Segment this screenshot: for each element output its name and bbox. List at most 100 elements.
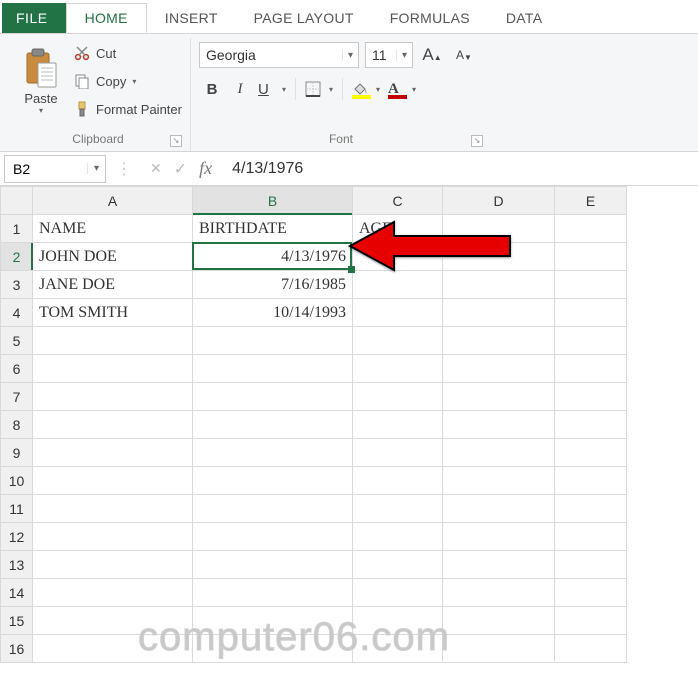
cell[interactable] — [443, 327, 555, 355]
cell[interactable] — [555, 243, 627, 271]
cell[interactable] — [555, 607, 627, 635]
cell[interactable] — [193, 607, 353, 635]
column-header[interactable]: D — [443, 187, 555, 215]
enter-formula-button[interactable]: ✓ — [174, 159, 187, 179]
cell[interactable] — [443, 271, 555, 299]
cell[interactable] — [193, 579, 353, 607]
cell[interactable] — [555, 327, 627, 355]
cell[interactable] — [353, 411, 443, 439]
column-header[interactable]: A — [33, 187, 193, 215]
tab-formulas[interactable]: FORMULAS — [372, 3, 488, 33]
cell[interactable] — [555, 383, 627, 411]
cell[interactable] — [443, 243, 555, 271]
cell[interactable] — [555, 551, 627, 579]
dialog-launcher-icon[interactable]: ↘ — [471, 135, 483, 147]
cell[interactable] — [193, 439, 353, 467]
cell[interactable] — [33, 579, 193, 607]
cell[interactable] — [33, 495, 193, 523]
tab-home[interactable]: HOME — [66, 3, 147, 33]
column-header[interactable]: B — [193, 187, 353, 215]
row-header[interactable]: 7 — [1, 383, 33, 411]
cell[interactable] — [443, 495, 555, 523]
format-painter-button[interactable]: Format Painter — [74, 98, 182, 120]
row-header[interactable]: 16 — [1, 635, 33, 663]
row-header[interactable]: 4 — [1, 299, 33, 327]
cell[interactable] — [443, 467, 555, 495]
cell[interactable]: 4/13/1976 — [193, 243, 353, 271]
name-box[interactable]: B2 ▾ — [4, 155, 106, 183]
cell[interactable] — [353, 439, 443, 467]
cell[interactable] — [33, 327, 193, 355]
cell[interactable]: JOHN DOE — [33, 243, 193, 271]
cell[interactable] — [353, 467, 443, 495]
borders-button[interactable]: ▾ — [302, 76, 336, 102]
cell[interactable] — [555, 411, 627, 439]
cell[interactable] — [33, 607, 193, 635]
bold-button[interactable]: B — [199, 76, 225, 102]
tab-page-layout[interactable]: PAGE LAYOUT — [236, 3, 372, 33]
cell[interactable] — [443, 411, 555, 439]
italic-button[interactable]: I — [227, 76, 253, 102]
cell[interactable] — [353, 383, 443, 411]
cell[interactable] — [555, 215, 627, 243]
select-all-corner[interactable] — [1, 187, 33, 215]
row-header[interactable]: 2 — [1, 243, 33, 271]
row-header[interactable]: 13 — [1, 551, 33, 579]
row-header[interactable]: 8 — [1, 411, 33, 439]
cell[interactable] — [33, 467, 193, 495]
cell[interactable] — [33, 439, 193, 467]
tab-data[interactable]: DATA — [488, 3, 560, 33]
paste-button[interactable]: Paste ▾ — [14, 42, 68, 120]
underline-button[interactable]: U ▾ — [255, 76, 289, 102]
cell[interactable] — [555, 439, 627, 467]
cell[interactable]: BIRTHDATE — [193, 215, 353, 243]
cell[interactable] — [193, 523, 353, 551]
cell[interactable] — [555, 523, 627, 551]
cell[interactable] — [555, 495, 627, 523]
cell[interactable] — [33, 411, 193, 439]
cell[interactable] — [353, 579, 443, 607]
grow-font-button[interactable]: A▲ — [419, 42, 445, 68]
spreadsheet-grid[interactable]: ABCDE1NAMEBIRTHDATEAGE2JOHN DOE4/13/1976… — [0, 186, 698, 663]
column-header[interactable]: C — [353, 187, 443, 215]
cell[interactable] — [443, 523, 555, 551]
cell[interactable] — [353, 607, 443, 635]
copy-button[interactable]: Copy ▾ — [74, 70, 182, 92]
fill-color-button[interactable]: ▾ — [349, 76, 383, 102]
cell[interactable] — [193, 355, 353, 383]
cell[interactable] — [33, 383, 193, 411]
cell[interactable] — [193, 495, 353, 523]
row-header[interactable]: 6 — [1, 355, 33, 383]
cell[interactable] — [555, 579, 627, 607]
row-header[interactable]: 3 — [1, 271, 33, 299]
cell[interactable] — [555, 299, 627, 327]
cell[interactable] — [193, 411, 353, 439]
cell[interactable]: NAME — [33, 215, 193, 243]
cell[interactable] — [555, 635, 627, 663]
insert-function-button[interactable]: fx — [199, 158, 212, 179]
cell[interactable] — [443, 579, 555, 607]
dialog-launcher-icon[interactable]: ↘ — [170, 135, 182, 147]
formula-input[interactable]: 4/13/1976 — [224, 160, 698, 178]
cell[interactable] — [353, 495, 443, 523]
shrink-font-button[interactable]: A▼ — [451, 42, 477, 68]
cell[interactable] — [193, 467, 353, 495]
cell[interactable] — [353, 327, 443, 355]
cell[interactable] — [353, 523, 443, 551]
font-color-button[interactable]: A ▾ — [385, 76, 419, 102]
cell[interactable] — [555, 271, 627, 299]
cell[interactable] — [443, 607, 555, 635]
row-header[interactable]: 10 — [1, 467, 33, 495]
row-header[interactable]: 1 — [1, 215, 33, 243]
file-tab[interactable]: FILE — [2, 3, 66, 33]
cell[interactable] — [193, 327, 353, 355]
column-header[interactable]: E — [555, 187, 627, 215]
cell[interactable] — [443, 551, 555, 579]
row-header[interactable]: 5 — [1, 327, 33, 355]
cell[interactable] — [33, 523, 193, 551]
row-header[interactable]: 14 — [1, 579, 33, 607]
cell[interactable] — [353, 551, 443, 579]
font-name-combo[interactable]: Georgia ▾ — [199, 42, 359, 68]
row-header[interactable]: 12 — [1, 523, 33, 551]
cell[interactable] — [443, 215, 555, 243]
